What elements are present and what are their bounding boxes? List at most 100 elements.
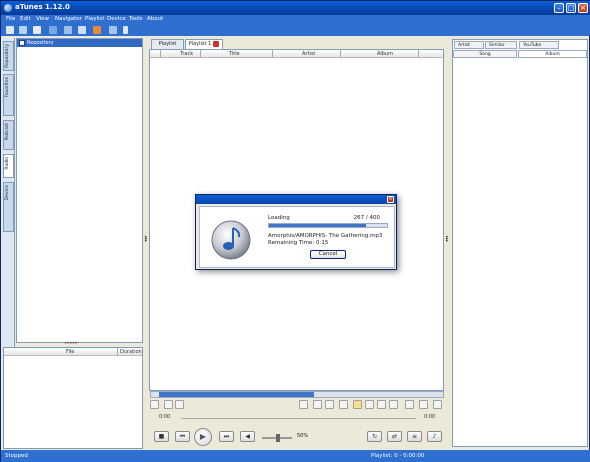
mute-button[interactable]: ◀ [240, 431, 255, 442]
menu-icon[interactable] [6, 26, 14, 34]
minimize-button[interactable]: – [554, 3, 564, 13]
folder-icon [19, 40, 25, 46]
side-tab-repository[interactable]: Repository [3, 41, 14, 71]
side-tab-podcast[interactable]: Podcast [3, 120, 14, 150]
status-left: Stopped [5, 453, 28, 459]
tab-playlist[interactable]: Playlist [151, 39, 184, 49]
music-note-icon [211, 220, 251, 260]
next-button[interactable]: ⏭ [219, 431, 234, 442]
move-down-icon[interactable] [377, 400, 386, 409]
menu-tools[interactable]: Tools [129, 16, 143, 22]
main-window: aTunes 1.12.0 – □ × File Edit View Navig… [0, 0, 590, 462]
col-title[interactable]: Title [229, 51, 240, 57]
menu-about[interactable]: About [147, 16, 163, 22]
maximize-button[interactable]: □ [566, 3, 576, 13]
arrange-icon[interactable] [313, 400, 322, 409]
tab-youtube[interactable]: YouTube [519, 41, 559, 49]
dialog-label: Loading [268, 215, 290, 221]
pencil-icon[interactable] [405, 400, 414, 409]
close-tab-icon[interactable] [213, 40, 220, 47]
volume-knob[interactable] [276, 434, 280, 442]
dialog-message: Amorphis/AMORPHIS- The Gathering.mp3 [268, 233, 383, 239]
dialog-close-button[interactable]: × [387, 196, 394, 203]
col-album[interactable]: Album [377, 51, 393, 57]
tree-root-label: Repository [27, 40, 54, 46]
previous-button[interactable]: ⏮ [175, 431, 190, 442]
side-tab-device[interactable]: Device [3, 182, 14, 232]
karaoke-button[interactable]: ♪ [427, 431, 442, 442]
volume-slider[interactable] [262, 434, 292, 442]
subtab-song[interactable]: Song [453, 50, 517, 58]
add-icon[interactable] [150, 400, 159, 409]
menu-view[interactable]: View [36, 16, 49, 22]
clear-icon[interactable] [339, 400, 348, 409]
search-icon[interactable] [175, 400, 184, 409]
transport-controls: ■ ⏮ ▶ ⏭ ◀ 50% ↻ ⇄ ≡ ♪ [149, 427, 445, 447]
tab-playlist-1[interactable]: Playlist 1 [185, 39, 223, 49]
tab-similar[interactable]: Similar [485, 41, 517, 49]
status-bar: Stopped Playlist: 0 - 0:00:00 [1, 450, 590, 462]
move-up-icon[interactable] [365, 400, 374, 409]
navigator-file-table[interactable]: File Duration [3, 347, 143, 449]
seek-row: 0:00 0:00 [149, 413, 445, 423]
remove-icon[interactable] [419, 400, 428, 409]
close-button[interactable]: × [578, 3, 588, 13]
stats-icon[interactable] [109, 26, 117, 34]
splitter-grip[interactable]: ••••• [64, 340, 78, 347]
file-table-header: File Duration [4, 348, 142, 356]
dialog-remaining: Remaining Time: 0:15 [268, 240, 329, 246]
playlist-header: Track Title Artist Album [150, 50, 443, 58]
stop-button[interactable]: ■ [154, 431, 169, 442]
col-duration[interactable]: Duration [120, 349, 142, 355]
edit-icon[interactable] [299, 400, 308, 409]
extra-icon[interactable] [123, 26, 128, 34]
playlist-icon[interactable] [93, 26, 101, 34]
refresh-icon[interactable] [19, 26, 27, 34]
navigator-tree[interactable]: Repository [16, 38, 143, 343]
navigator-icon[interactable] [64, 26, 72, 34]
equalizer-button[interactable]: ≡ [407, 431, 422, 442]
favorite-icon[interactable] [353, 400, 362, 409]
chevron-down-icon[interactable] [433, 400, 442, 409]
tools-icon[interactable] [33, 26, 41, 34]
side-tab-favorites[interactable]: Favorites [3, 74, 14, 116]
subtab-album[interactable]: Album [518, 50, 587, 58]
toolbar [1, 24, 590, 36]
title-bar[interactable]: aTunes 1.12.0 – □ × [1, 1, 590, 15]
repository-icon[interactable] [49, 26, 57, 34]
sort-icon[interactable] [325, 400, 334, 409]
playlist-hscrollbar[interactable] [150, 391, 444, 398]
app-icon [4, 4, 12, 12]
col-artist[interactable]: Artist [302, 51, 315, 57]
repeat-button[interactable]: ↻ [367, 431, 382, 442]
play-button[interactable]: ▶ [194, 428, 212, 446]
col-file[interactable]: File [66, 349, 74, 355]
loading-dialog: × Loading 267 / 400 Amorphis/AMORPHIS- T… [195, 194, 397, 270]
col-track[interactable]: Track [180, 51, 193, 57]
side-tab-radio[interactable]: Radio [3, 154, 14, 178]
move-bottom-icon[interactable] [389, 400, 398, 409]
filter-icon[interactable] [164, 400, 173, 409]
progress-fill [269, 224, 366, 227]
settings-icon[interactable] [78, 26, 86, 34]
menu-navigator[interactable]: Navigator [55, 16, 82, 22]
dialog-title-bar[interactable]: × [196, 195, 396, 204]
dialog-progress-bar [268, 223, 388, 228]
shuffle-button[interactable]: ⇄ [387, 431, 402, 442]
seek-bar[interactable] [181, 418, 416, 419]
cancel-button[interactable]: Cancel [310, 250, 346, 259]
context-tabs: Artist Similar YouTube [453, 40, 587, 50]
time-elapsed: 0:00 [159, 414, 171, 420]
tab-artist[interactable]: Artist [454, 41, 484, 49]
right-splitter-grip[interactable]: • • • [445, 235, 449, 245]
menu-playlist[interactable]: Playlist [85, 16, 105, 22]
menu-file[interactable]: File [6, 16, 15, 22]
tree-root-repository[interactable]: Repository [17, 39, 142, 47]
left-splitter-grip[interactable]: • • • [144, 235, 148, 245]
menu-bar: File Edit View Navigator Playlist Device… [1, 15, 590, 24]
context-panel: Artist Similar YouTube Song Album [452, 39, 588, 447]
volume-percent: 50% [297, 433, 309, 439]
menu-device[interactable]: Device [107, 16, 126, 22]
menu-edit[interactable]: Edit [20, 16, 31, 22]
scroll-thumb[interactable] [159, 392, 314, 397]
